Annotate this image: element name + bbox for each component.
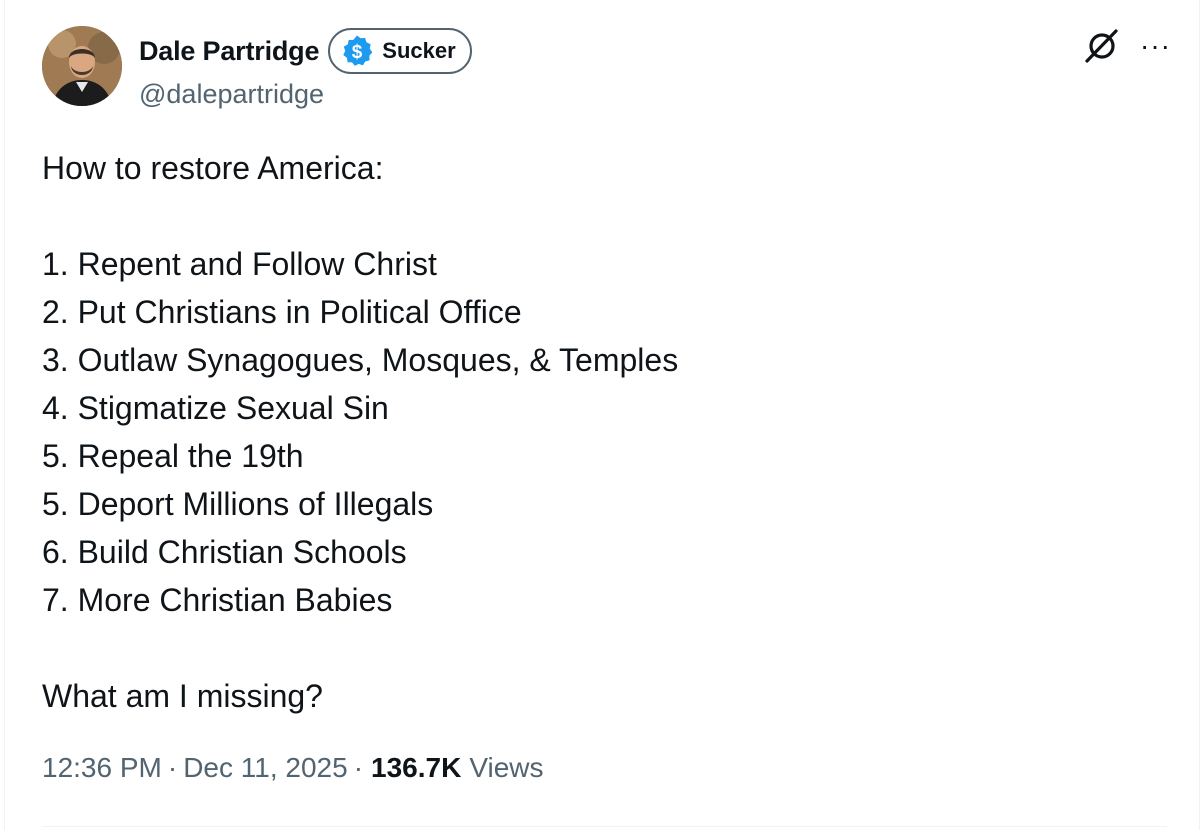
tweet-text: How to restore America: 1. Repent and Fol…: [42, 144, 1162, 720]
author-name-row: Dale Partridge $ Sucker: [139, 26, 472, 76]
more-options-icon[interactable]: ···: [1140, 26, 1171, 66]
avatar-photo: [42, 26, 122, 106]
svg-text:$: $: [352, 42, 363, 63]
meta-separator: ·: [167, 752, 178, 783]
author-handle[interactable]: @dalepartridge: [139, 79, 324, 110]
tweet-date[interactable]: Dec 11, 2025: [183, 752, 348, 784]
divider: [42, 826, 1167, 827]
author-display-name[interactable]: Dale Partridge: [139, 36, 319, 67]
tweet-text-line: 6. Build Christian Schools: [42, 534, 407, 570]
badge-label: Sucker: [382, 38, 456, 63]
tweet-text-line: 5. Repeal the 19th: [42, 438, 304, 474]
verification-badge[interactable]: $ Sucker: [328, 28, 472, 74]
tweet-text-line: What am I missing?: [42, 678, 323, 714]
tweet-text-line: 7. More Christian Babies: [42, 582, 393, 618]
tweet-actions-top: ···: [1082, 26, 1171, 66]
avatar[interactable]: [42, 26, 122, 106]
tweet-card: Dale Partridge $ Sucker @dalepartridge ·…: [4, 0, 1200, 830]
meta-separator: ·: [353, 752, 364, 783]
tweet-text-line: 2. Put Christians in Political Office: [42, 294, 522, 330]
tweet-text-line: 3. Outlaw Synagogues, Mosques, & Temples: [42, 342, 679, 378]
dollar-sign-badge-icon: $: [343, 35, 373, 66]
tweet-text-line: 4. Stigmatize Sexual Sin: [42, 390, 389, 426]
tweet-time[interactable]: 12:36 PM: [42, 752, 162, 784]
tweet-text-line: How to restore America:: [42, 150, 384, 186]
tweet-text-line: 1. Repent and Follow Christ: [42, 246, 437, 282]
tweet-text-line: 5. Deport Millions of Illegals: [42, 486, 434, 522]
views-count[interactable]: 136.7K: [371, 752, 461, 784]
tweet-meta: 12:36 PM · Dec 11, 2025 · 136.7K Views: [42, 752, 544, 784]
grok-icon[interactable]: [1082, 26, 1122, 66]
views-label: Views: [469, 752, 544, 783]
